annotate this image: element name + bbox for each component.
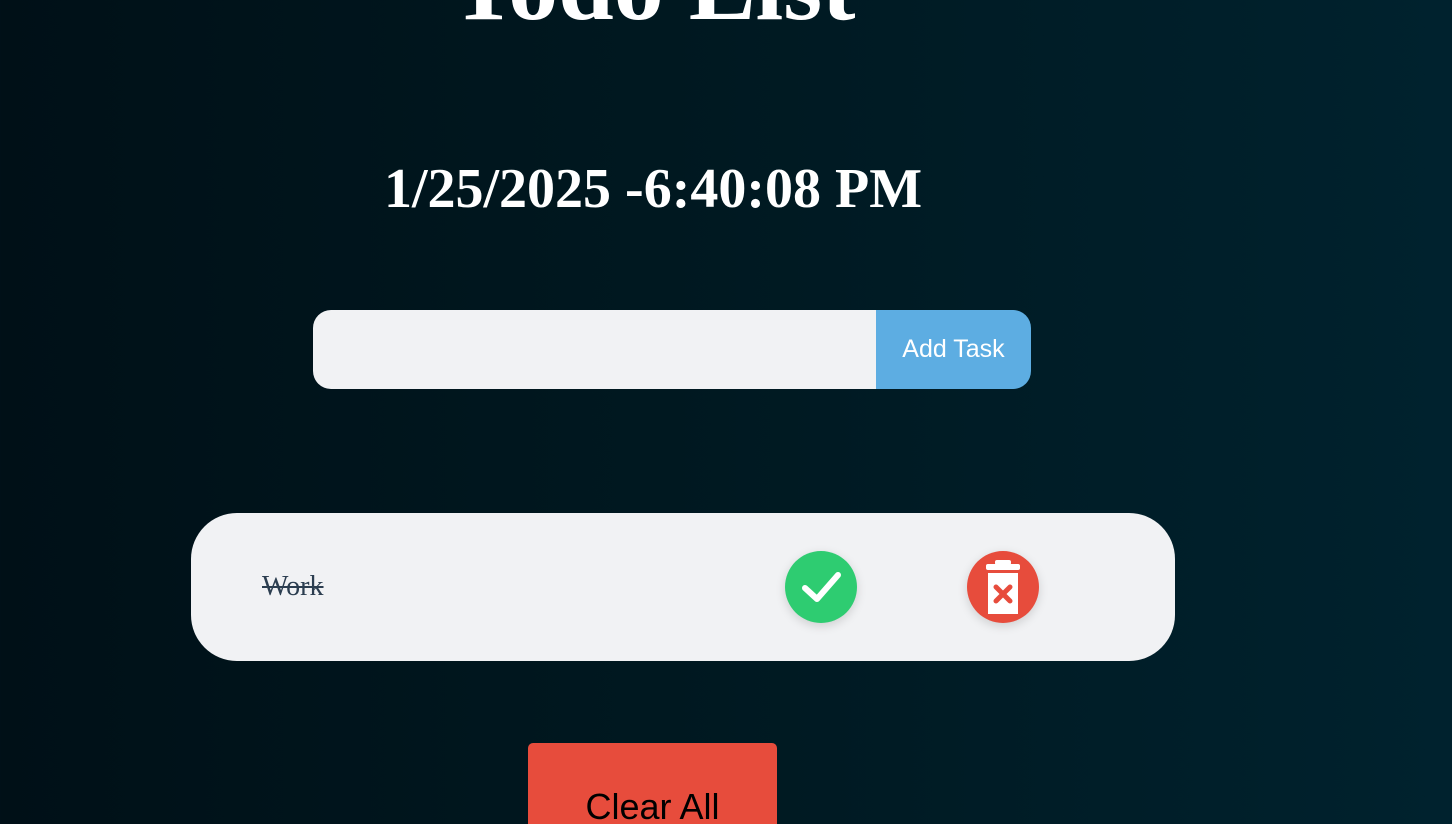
page-title: Todo List [0,0,1306,36]
task-text: Work [262,571,324,602]
trash-icon [978,559,1028,615]
clear-all-button[interactable]: Clear All [528,743,777,824]
delete-task-button[interactable] [967,551,1039,623]
date-time-display: 1/25/2025 -6:40:08 PM [383,158,923,220]
task-item: Work [191,513,1175,661]
task-input[interactable] [313,310,876,389]
add-task-form: Add Task [313,310,1031,389]
check-icon [796,562,846,612]
task-list: Work [191,513,1175,661]
add-task-button[interactable]: Add Task [876,310,1031,389]
complete-task-button[interactable] [785,551,857,623]
